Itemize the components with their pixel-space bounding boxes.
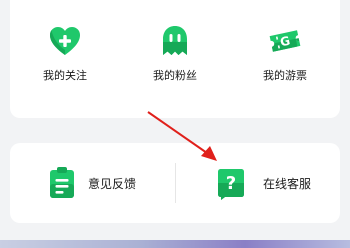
my-fans-button[interactable]: 我的粉丝 bbox=[120, 24, 230, 104]
my-tickets-button[interactable]: G 我的游票 bbox=[230, 24, 340, 104]
my-follows-button[interactable]: 我的关注 bbox=[10, 24, 120, 104]
my-fans-label: 我的粉丝 bbox=[153, 69, 197, 82]
feedback-button[interactable]: 意见反馈 bbox=[10, 143, 175, 223]
online-support-button[interactable]: ? 在线客服 bbox=[175, 143, 340, 223]
heart-plus-icon bbox=[50, 27, 80, 55]
feedback-label: 意见反馈 bbox=[88, 176, 137, 191]
question-icon: ? bbox=[218, 169, 244, 200]
my-tickets-label: 我的游票 bbox=[263, 69, 307, 82]
bottom-banner-strip bbox=[0, 240, 350, 248]
online-support-label: 在线客服 bbox=[263, 176, 312, 191]
my-follows-label: 我的关注 bbox=[43, 69, 87, 82]
quick-links-card: 我的关注 我的粉丝 G 我的游票 bbox=[10, 0, 340, 118]
svg-text:?: ? bbox=[226, 173, 236, 194]
ticket-icon: G bbox=[269, 30, 301, 52]
services-card: 意见反馈 ? 在线客服 bbox=[10, 143, 340, 223]
ghost-icon bbox=[163, 26, 187, 55]
clipboard-icon bbox=[50, 167, 74, 198]
